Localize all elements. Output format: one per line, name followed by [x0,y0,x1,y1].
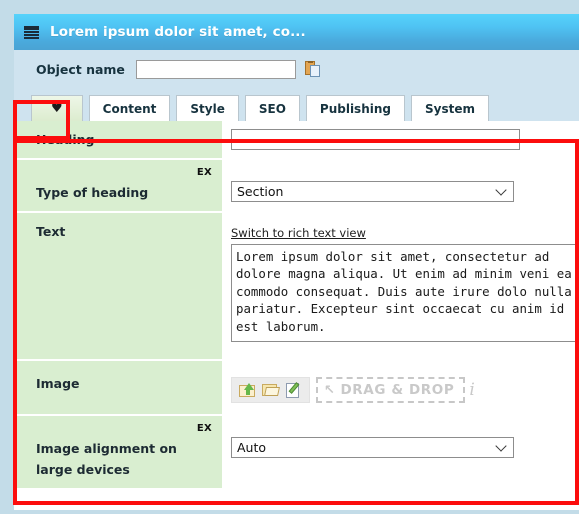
object-name-input[interactable] [135,60,296,79]
form-row-image-alignment: EX Image alignment on large devices Auto [14,416,579,490]
form-label-heading: Heading [36,132,95,147]
tab-publishing[interactable]: Publishing [305,95,405,121]
switch-to-rich-text-link[interactable]: Switch to rich text view [231,226,366,240]
edit-document-icon[interactable] [284,381,303,399]
screenshot-root: Lorem ipsum dolor sit amet, co... Object… [0,0,579,514]
form-label-image: Image [36,376,80,391]
hamburger-icon[interactable] [24,25,39,39]
tab-system[interactable]: System [411,95,489,121]
form-field-cell-image-alignment: Auto [222,416,579,490]
copy-clipboard-icon[interactable] [304,61,321,78]
tab-favorites-label: ♥ [51,101,63,116]
tab-style[interactable]: Style [176,95,239,121]
tab-system-label: System [425,101,475,116]
chevron-down-icon [497,186,506,195]
form-label-cell-image-alignment: EX Image alignment on large devices [14,416,222,490]
form-label-image-alignment: Image alignment on large devices [36,441,177,477]
property-form: Heading EX Type of heading Section Text … [14,121,579,490]
form-label-cell-heading: Heading [14,121,222,160]
form-label-cell-image: Image [14,361,222,416]
window-titlebar: Lorem ipsum dolor sit amet, co... [14,14,579,50]
type-of-heading-select[interactable]: Section [231,181,514,202]
heading-input[interactable] [231,128,520,150]
form-row-text: Text Switch to rich text view Lorem ipsu… [14,213,579,361]
tab-seo-label: SEO [258,101,286,116]
image-dropzone[interactable]: ↖ DRAG & DROP [316,377,466,403]
text-textarea[interactable]: Lorem ipsum dolor sit amet, consectetur … [231,244,579,342]
image-alignment-select[interactable]: Auto [231,437,514,458]
object-name-bar: Object name [14,50,579,89]
upload-folder-icon[interactable] [238,381,257,399]
info-icon[interactable]: i [469,380,474,400]
tab-content[interactable]: Content [88,95,171,121]
image-dropzone-label: DRAG & DROP [340,382,455,398]
form-field-cell-image: ↖ DRAG & DROP i [222,361,579,416]
tab-content-label: Content [102,101,157,116]
tab-seo[interactable]: SEO [244,95,300,121]
image-toolbar: ↖ DRAG & DROP i [231,377,579,403]
form-label-type-of-heading: Type of heading [36,185,149,200]
image-alignment-value: Auto [237,440,267,455]
chevron-down-icon [497,442,506,451]
form-label-cell-text: Text [14,213,222,361]
form-row-type-of-heading: EX Type of heading Section [14,160,579,213]
form-label-cell-type-of-heading: EX Type of heading [14,160,222,213]
form-field-cell-type-of-heading: Section [222,160,579,213]
form-field-cell-heading [222,121,579,160]
tab-favorites[interactable]: ♥ [31,95,83,121]
tab-bar: ♥ Content Style SEO Publishing System [14,89,579,121]
window-title: Lorem ipsum dolor sit amet, co... [50,24,306,40]
form-label-text: Text [36,224,66,239]
tab-publishing-label: Publishing [319,101,391,116]
ex-badge-type-of-heading: EX [196,167,212,178]
cursor-arrow-icon: ↖ [324,382,336,398]
open-folder-icon[interactable] [261,381,280,399]
form-row-heading: Heading [14,121,579,160]
form-row-image: Image ↖ DRAG & DROP i [14,361,579,416]
image-icon-strip [231,377,310,403]
form-field-cell-text: Switch to rich text view Lorem ipsum dol… [222,213,579,361]
type-of-heading-value: Section [237,184,284,199]
object-name-label: Object name [36,62,125,77]
tab-style-label: Style [190,101,225,116]
application-window: Lorem ipsum dolor sit amet, co... Object… [14,14,579,510]
ex-badge-image-alignment: EX [196,423,212,434]
